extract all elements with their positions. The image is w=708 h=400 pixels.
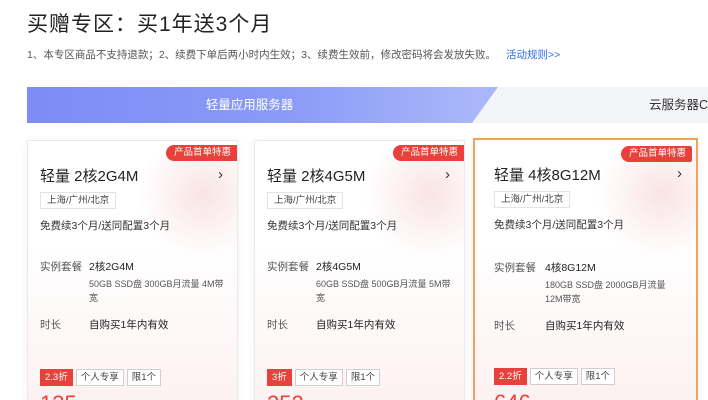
card-tags: 2.3折 个人专享 限1个 [40,369,164,387]
card-title: 轻量 4核8G12M [494,167,601,184]
promo-text: 免费续3个月/送同配置3个月 [494,219,625,231]
chevron-right-icon[interactable]: › [445,166,450,183]
product-card-3[interactable]: 产品首单特惠 轻量 4核8G12M › 上海/广州/北京 免费续3个月/送同配置… [473,138,698,400]
tab-cvm-label: 云服务器C [648,98,708,112]
card-tags: 3折 个人专享 限1个 [267,369,383,387]
region-tag: 上海/广州/北京 [494,191,571,208]
product-tabs: 云服务器C 轻量应用服务器 [27,87,708,123]
spec-detail: 180GB SSD盘 2000GB月流量 12M带宽 [545,280,666,304]
discount-badge: 3折 [267,369,292,386]
card-title: 轻量 2核4G5M [267,168,366,185]
duration-value: 自购买1年内有效 [89,319,169,331]
personal-tag: 个人专享 [529,368,578,385]
page-title: 买赠专区：买1年送3个月 [27,13,273,36]
notice-text: 1、本专区商品不支持退款；2、续费下单后两小时内生效；3、续费生效前，修改密码将… [27,47,560,62]
duration-label: 时长 [494,320,515,332]
card-tags: 2.2折 个人专享 限1个 [494,368,618,386]
spec-value: 2核4G5M [316,261,361,273]
chevron-right-icon[interactable]: › [218,166,223,183]
personal-tag: 个人专享 [75,369,124,386]
spec-label: 实例套餐 [40,261,82,273]
rules-link[interactable]: 活动规则>> [506,49,560,61]
spec-label: 实例套餐 [267,261,309,273]
chevron-right-icon[interactable]: › [677,165,682,182]
product-card-2[interactable]: 产品首单特惠 轻量 2核4G5M › 上海/广州/北京 免费续3个月/送同配置3… [254,140,465,400]
personal-tag: 个人专享 [294,369,343,386]
limit-tag: 限1个 [126,369,162,386]
tab-lighthouse-label: 轻量应用服务器 [205,98,294,112]
first-order-badge: 产品首单特惠 [165,145,237,161]
price: 646 [494,390,531,400]
region-tag: 上海/广州/北京 [267,192,344,209]
limit-tag: 限1个 [580,368,616,385]
spec-label: 实例套餐 [494,262,536,274]
price: 135 [40,391,77,400]
duration-label: 时长 [267,319,288,331]
tab-lighthouse[interactable]: 轻量应用服务器 [27,87,472,123]
tab-cvm[interactable]: 云服务器C [472,87,708,123]
discount-badge: 2.3折 [40,369,73,386]
duration-value: 自购买1年内有效 [316,319,396,331]
first-order-badge: 产品首单特惠 [620,146,692,162]
price: 252 [267,391,304,400]
product-card-1[interactable]: 产品首单特惠 轻量 2核2G4M › 上海/广州/北京 免费续3个月/送同配置3… [27,140,238,400]
duration-label: 时长 [40,319,61,331]
notice-rules: 1、本专区商品不支持退款；2、续费下单后两小时内生效；3、续费生效前，修改密码将… [27,49,497,61]
discount-badge: 2.2折 [494,368,527,385]
card-title: 轻量 2核2G4M [40,168,139,185]
promo-text: 免费续3个月/送同配置3个月 [40,220,171,232]
first-order-badge: 产品首单特惠 [392,145,464,161]
spec-detail: 60GB SSD盘 500GB月流量 5M带宽 [316,279,451,303]
spec-value: 2核2G4M [89,261,134,273]
limit-tag: 限1个 [345,369,381,386]
region-tag: 上海/广州/北京 [40,192,117,209]
tab-divider [472,87,498,123]
card-decoration [596,150,696,260]
spec-value: 4核8G12M [545,262,596,274]
duration-value: 自购买1年内有效 [545,320,625,332]
spec-detail: 50GB SSD盘 300GB月流量 4M带宽 [89,279,224,303]
promo-text: 免费续3个月/送同配置3个月 [267,220,398,232]
